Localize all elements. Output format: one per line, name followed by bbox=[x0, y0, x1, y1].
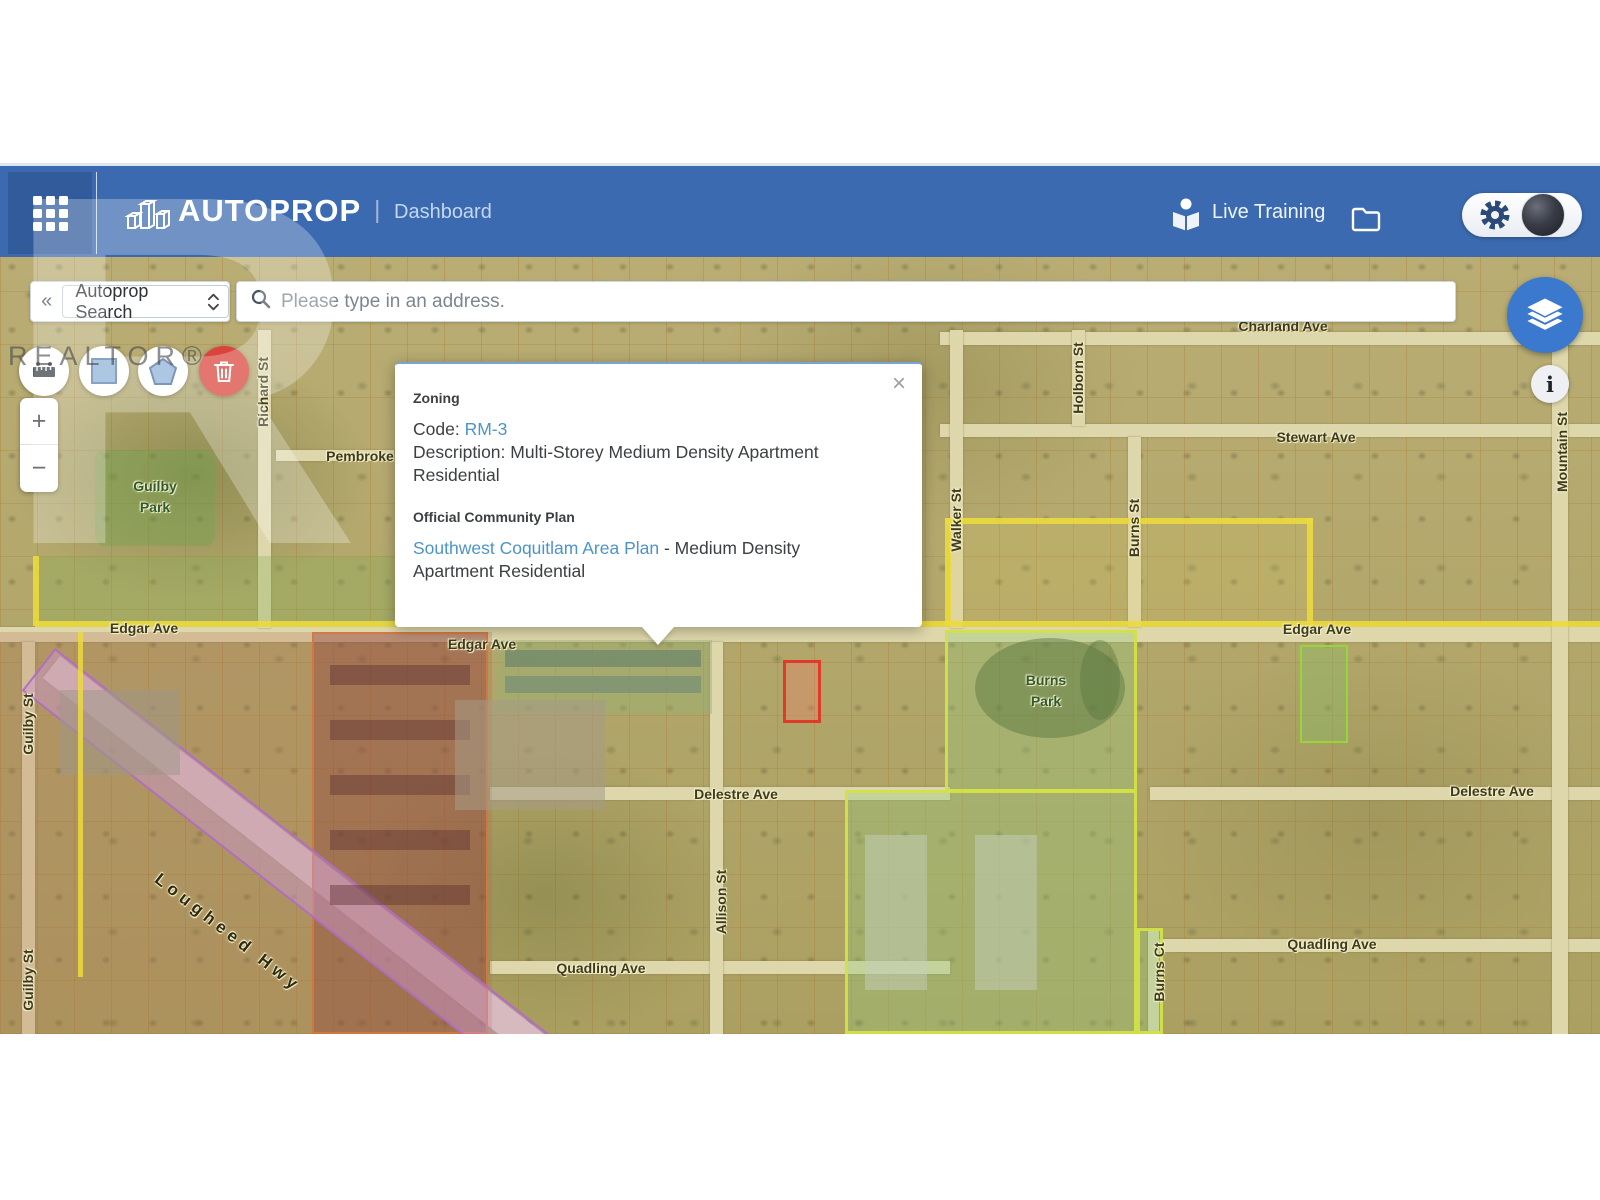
app-title: AUTOPROP bbox=[178, 193, 361, 229]
zoning-code-line: Code: RM-3 bbox=[413, 418, 883, 441]
zone bbox=[95, 450, 215, 546]
search-icon bbox=[251, 289, 271, 314]
grid-icon bbox=[33, 196, 68, 231]
zone bbox=[1300, 645, 1348, 743]
map-label: Delestre Ave bbox=[1450, 783, 1534, 799]
settings-button[interactable] bbox=[1478, 198, 1512, 232]
zone bbox=[330, 665, 470, 685]
zone bbox=[865, 835, 927, 990]
address-search-input[interactable] bbox=[281, 291, 1455, 313]
header-pipe: | bbox=[374, 196, 381, 225]
zone bbox=[78, 632, 83, 977]
map-label: Allison St bbox=[713, 870, 729, 935]
layers-icon bbox=[1523, 296, 1567, 334]
map-label: Edgar Ave bbox=[1283, 621, 1351, 637]
zone bbox=[505, 650, 701, 667]
zoning-popup: × Zoning Code: RM-3 Description: Multi-S… bbox=[395, 362, 922, 627]
map-label: Burns bbox=[1026, 672, 1066, 688]
live-training-icon bbox=[1170, 197, 1202, 238]
popup-zoning-heading: Zoning bbox=[413, 390, 904, 406]
zoom-in-button[interactable]: + bbox=[20, 398, 58, 445]
selected-parcel[interactable] bbox=[783, 660, 821, 723]
rectangle-icon bbox=[91, 358, 117, 384]
zone bbox=[33, 556, 39, 626]
map-label: Mountain St bbox=[1554, 412, 1570, 492]
zone bbox=[1080, 640, 1120, 720]
map-label: Delestre Ave bbox=[694, 786, 778, 802]
popup-ocp-heading: Official Community Plan bbox=[413, 509, 904, 525]
zoning-description: Description: Multi-Storey Medium Density… bbox=[413, 441, 883, 487]
live-training-link[interactable]: Live Training bbox=[1212, 201, 1325, 224]
zoning-code-link[interactable]: RM-3 bbox=[465, 419, 508, 439]
draw-rectangle-button[interactable] bbox=[79, 346, 129, 396]
folder-icon bbox=[1350, 204, 1382, 232]
search-mode-select[interactable]: Autoprop Search bbox=[62, 285, 229, 318]
map-label: Stewart Ave bbox=[1276, 429, 1355, 445]
ocp-line: Southwest Coquitlam Area Plan - Medium D… bbox=[413, 537, 883, 583]
zone bbox=[330, 775, 470, 795]
map-label: Quadling Ave bbox=[1287, 936, 1376, 952]
street bbox=[940, 424, 1600, 437]
map-label: Quadling Ave bbox=[556, 960, 645, 976]
ruler-icon bbox=[30, 358, 58, 384]
autoprop-logo-icon bbox=[124, 192, 170, 239]
zoom-control: + − bbox=[20, 398, 58, 492]
autoprop-app: Charland AveStewart AveHolborn StWalker … bbox=[0, 0, 1600, 1200]
zone bbox=[330, 720, 470, 740]
map-label: Guilby St bbox=[20, 693, 36, 754]
user-avatar[interactable] bbox=[1521, 193, 1565, 237]
zone bbox=[330, 830, 470, 850]
updown-chevron-icon bbox=[207, 292, 220, 312]
folder-button[interactable] bbox=[1350, 204, 1382, 237]
polygon-icon bbox=[149, 358, 177, 385]
map-label: Edgar Ave bbox=[110, 620, 178, 636]
collapse-sidebar-button[interactable]: « bbox=[31, 290, 62, 313]
ocp-plan-link[interactable]: Southwest Coquitlam Area Plan bbox=[413, 538, 659, 558]
map-label: Guilby St bbox=[20, 949, 36, 1010]
map-label: Park bbox=[1031, 693, 1061, 709]
map-label: Edgar Ave bbox=[448, 636, 516, 652]
zone bbox=[505, 676, 701, 693]
delete-shapes-button[interactable] bbox=[199, 346, 249, 396]
layers-button[interactable] bbox=[1507, 277, 1583, 353]
popup-close-button[interactable]: × bbox=[892, 372, 906, 396]
info-button[interactable]: i bbox=[1531, 365, 1569, 403]
trash-icon bbox=[213, 359, 235, 384]
gear-icon bbox=[1478, 198, 1512, 232]
zone bbox=[975, 835, 1037, 990]
app-header: AUTOPROP | Dashboard Live Training bbox=[0, 163, 1600, 257]
draw-polygon-button[interactable] bbox=[138, 346, 188, 396]
zoom-out-button[interactable]: − bbox=[20, 445, 58, 492]
map-label: Burns St bbox=[1126, 499, 1142, 557]
map-label: Pembroke bbox=[326, 448, 394, 464]
nav-dashboard-link[interactable]: Dashboard bbox=[394, 201, 492, 224]
zone bbox=[330, 885, 470, 905]
map-label: Burns Ct bbox=[1151, 942, 1167, 1001]
zoning-code-label: Code: bbox=[413, 419, 465, 439]
map-label: Richard St bbox=[255, 357, 271, 427]
user-pill bbox=[1462, 193, 1582, 237]
search-mode-label: Autoprop Search bbox=[75, 281, 199, 323]
map-label: Holborn St bbox=[1070, 342, 1086, 414]
search-toolbar: « Autoprop Search bbox=[30, 281, 230, 322]
app-grid-menu-button[interactable] bbox=[8, 172, 92, 254]
address-search-box bbox=[236, 281, 1456, 322]
map-label: Park bbox=[140, 499, 170, 515]
map-label: Guilby bbox=[133, 478, 177, 494]
measure-tool-button[interactable] bbox=[19, 346, 69, 396]
zone bbox=[455, 700, 605, 810]
info-label: i bbox=[1546, 372, 1554, 397]
header-divider bbox=[96, 172, 97, 254]
map-label: Walker St bbox=[948, 488, 964, 551]
zone bbox=[1307, 518, 1313, 626]
